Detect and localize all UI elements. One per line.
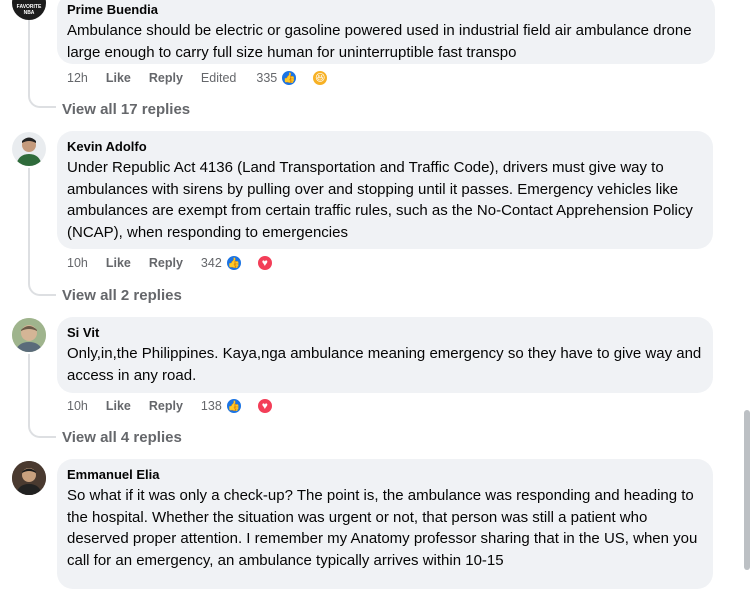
like-button[interactable]: Like: [106, 256, 131, 270]
like-icon: 👍: [280, 69, 299, 87]
love-icon: ♥: [255, 254, 274, 272]
comment-text: Under Republic Act 4136 (Land Transporta…: [67, 159, 698, 241]
thread-curve: [28, 92, 56, 108]
avatar[interactable]: [12, 132, 46, 166]
view-replies-link[interactable]: View all 2 replies: [62, 287, 182, 304]
reaction-summary[interactable]: 138 👍 ♥: [201, 397, 292, 415]
like-icon: 👍: [224, 397, 243, 415]
comment-text: So what if it was only a check-up? The p…: [67, 487, 702, 569]
like-button[interactable]: Like: [106, 399, 131, 413]
person-photo: [12, 318, 46, 352]
thread-curve: [28, 422, 56, 438]
thread-line: [28, 354, 30, 424]
comment-time[interactable]: 10h: [67, 399, 88, 413]
view-replies-link[interactable]: View all 17 replies: [62, 101, 190, 118]
avatar[interactable]: [12, 318, 46, 352]
comment-bubble: Si Vit Only,in,the Philippines. Kaya,nga…: [57, 317, 713, 393]
reply-button[interactable]: Reply: [149, 399, 183, 413]
comment-text: Only,in,the Philippines. Kaya,nga ambula…: [67, 345, 706, 384]
avatar[interactable]: [12, 461, 46, 495]
comment-text: Ambulance should be electric or gasoline…: [67, 22, 696, 61]
person-photo: [16, 137, 42, 166]
haha-icon: 😆: [311, 69, 330, 87]
comment-author[interactable]: Kevin Adolfo: [67, 139, 703, 155]
comment-bubble: Kevin Adolfo Under Republic Act 4136 (La…: [57, 131, 713, 249]
edited-label[interactable]: Edited: [201, 71, 236, 85]
comment-author[interactable]: Si Vit: [67, 325, 703, 341]
reaction-count: 335: [256, 71, 278, 85]
like-icon: 👍: [224, 254, 243, 272]
comment-actions: 12h Like Reply Edited 335 👍 😆: [67, 69, 347, 87]
avatar-logo-text: FAVORITE NBA: [16, 4, 42, 16]
like-button[interactable]: Like: [106, 71, 131, 85]
avatar[interactable]: FAVORITE NBA: [12, 0, 46, 20]
comment-actions: 10h Like Reply 342 👍 ♥: [67, 254, 292, 272]
reply-button[interactable]: Reply: [149, 256, 183, 270]
comment-bubble: Prime Buendia Ambulance should be electr…: [57, 0, 715, 64]
comment-actions: 10h Like Reply 138 👍 ♥: [67, 397, 292, 415]
reaction-count: 138: [200, 399, 222, 413]
reaction-summary[interactable]: 335 👍 😆: [256, 69, 347, 87]
comment-time[interactable]: 12h: [67, 71, 88, 85]
reaction-count: 342: [200, 256, 222, 270]
reply-button[interactable]: Reply: [149, 71, 183, 85]
reaction-summary[interactable]: 342 👍 ♥: [201, 254, 292, 272]
scrollbar-thumb[interactable]: [744, 410, 750, 570]
thread-curve: [28, 280, 56, 296]
love-icon: ♥: [255, 397, 274, 415]
person-photo: [12, 461, 46, 495]
comment-time[interactable]: 10h: [67, 256, 88, 270]
comment-author[interactable]: Prime Buendia: [67, 2, 705, 18]
comment-bubble: Emmanuel Elia So what if it was only a c…: [57, 459, 713, 589]
thread-line: [28, 168, 30, 280]
comment-author[interactable]: Emmanuel Elia: [67, 467, 703, 483]
view-replies-link[interactable]: View all 4 replies: [62, 429, 182, 446]
